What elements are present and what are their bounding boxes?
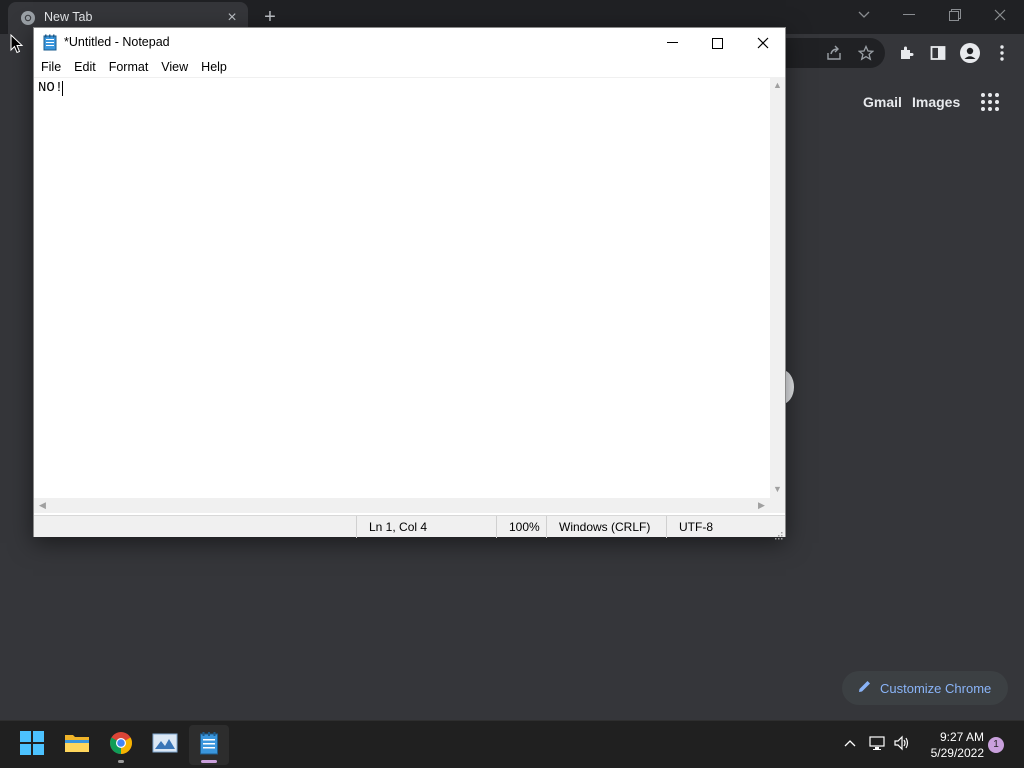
active-indicator [201, 760, 217, 763]
scroll-up-icon[interactable]: ▲ [773, 81, 782, 90]
clock-date: 5/29/2022 [930, 746, 984, 760]
scroll-left-icon[interactable]: ◀ [38, 501, 47, 510]
horizontal-scrollbar[interactable]: ◀ ▶ [34, 498, 770, 513]
status-encoding: UTF-8 [666, 516, 770, 538]
status-bar: Ln 1, Col 4 100% Windows (CRLF) UTF-8 [34, 515, 785, 540]
bookmark-star-icon[interactable] [854, 41, 878, 65]
photos-icon [152, 732, 178, 759]
windows-start-icon [20, 730, 44, 760]
vertical-scrollbar[interactable]: ▲ ▼ [770, 77, 785, 498]
maximize-button[interactable] [694, 28, 740, 58]
text-caret [62, 81, 63, 96]
close-button[interactable] [740, 28, 786, 58]
menu-view[interactable]: View [157, 58, 192, 78]
editor-content: NO! [38, 80, 64, 96]
scroll-right-icon[interactable]: ▶ [757, 501, 766, 510]
google-apps-icon[interactable] [980, 92, 1000, 112]
chrome-icon [109, 731, 133, 760]
taskbar: 9:27 AM 5/29/2022 1 [0, 720, 1024, 768]
status-zoom: 100% [496, 516, 546, 538]
notepad-window: *Untitled - Notepad File Edit Format Vie… [33, 27, 786, 540]
scrollbar-corner [770, 498, 785, 513]
clock-time: 9:27 AM [939, 730, 984, 744]
menu-edit[interactable]: Edit [70, 58, 100, 78]
extensions-icon[interactable] [894, 41, 918, 65]
taskbar-photos[interactable] [145, 725, 185, 765]
notepad-icon [43, 34, 57, 51]
resize-grip-icon[interactable] [775, 527, 783, 540]
pencil-icon [858, 679, 872, 698]
profile-avatar-icon[interactable] [958, 41, 982, 65]
network-icon[interactable] [868, 733, 888, 753]
gmail-link[interactable]: Gmail [863, 94, 902, 110]
status-position: Ln 1, Col 4 [356, 516, 496, 538]
scroll-down-icon[interactable]: ▼ [773, 485, 782, 494]
images-link[interactable]: Images [912, 94, 960, 110]
taskbar-chrome[interactable] [101, 725, 141, 765]
system-clock[interactable]: 9:27 AM 5/29/2022 [918, 729, 984, 761]
volume-icon[interactable] [892, 733, 912, 753]
mouse-cursor-icon [10, 33, 24, 54]
start-button[interactable] [12, 725, 52, 765]
notepad-titlebar[interactable]: *Untitled - Notepad [34, 28, 785, 58]
chrome-favicon-icon [20, 10, 36, 26]
restore-icon[interactable] [941, 4, 969, 26]
customize-chrome-label: Customize Chrome [880, 680, 992, 696]
minimize-icon[interactable] [895, 4, 923, 26]
text-editor[interactable]: NO! [34, 77, 770, 498]
menu-file[interactable]: File [37, 58, 65, 78]
tab-search-icon[interactable] [850, 4, 878, 26]
notification-badge[interactable]: 1 [988, 737, 1004, 753]
show-hidden-icons-icon[interactable] [840, 733, 860, 753]
notepad-icon [199, 731, 219, 760]
minimize-button[interactable] [649, 28, 695, 58]
menu-format[interactable]: Format [105, 58, 153, 78]
taskbar-file-explorer[interactable] [57, 725, 97, 765]
status-line-ending: Windows (CRLF) [546, 516, 666, 538]
menu-bar: File Edit Format View Help [34, 58, 785, 78]
close-tab-icon[interactable]: × [224, 10, 240, 26]
taskbar-notepad[interactable] [189, 725, 229, 765]
share-icon[interactable] [822, 41, 846, 65]
file-explorer-icon [64, 732, 90, 759]
close-icon[interactable] [986, 4, 1014, 26]
tab-title: New Tab [44, 10, 93, 24]
running-indicator [118, 760, 124, 763]
chrome-menu-icon[interactable] [990, 41, 1014, 65]
window-title: *Untitled - Notepad [64, 35, 170, 49]
customize-chrome-button[interactable]: Customize Chrome [842, 671, 1008, 705]
new-tab-icon[interactable]: + [260, 7, 280, 27]
menu-help[interactable]: Help [197, 58, 231, 78]
side-panel-icon[interactable] [926, 41, 950, 65]
